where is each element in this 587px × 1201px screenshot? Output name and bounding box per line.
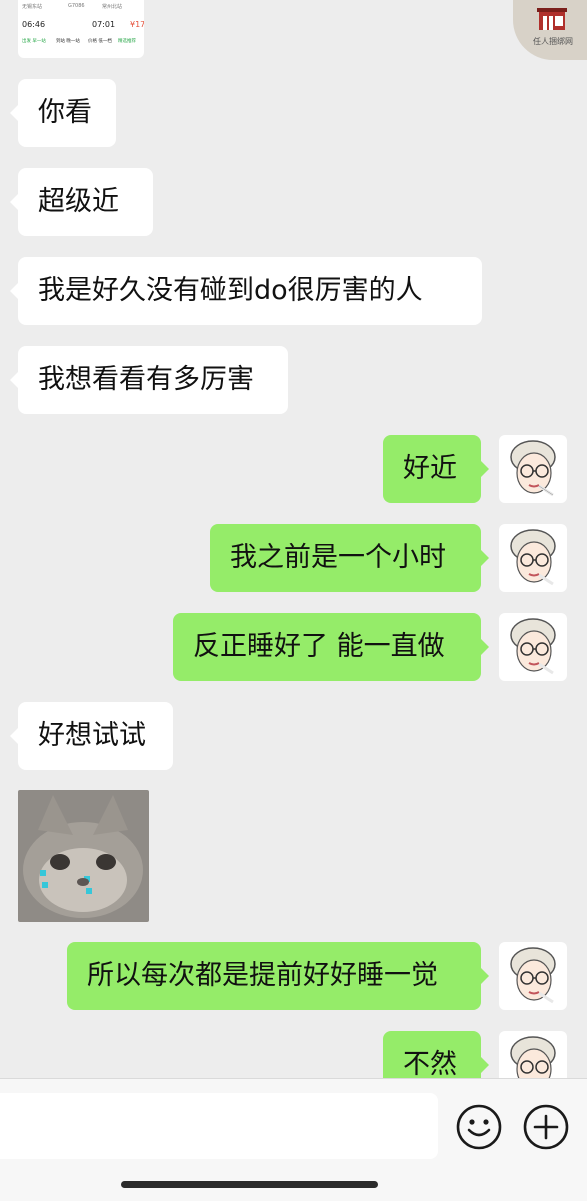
building-logo-icon — [537, 8, 567, 30]
preview-option-2: 到站 晚一站 — [56, 39, 80, 44]
avatar[interactable] — [499, 524, 567, 592]
preview-row-2: 06:46 07:01 ¥17 — [22, 20, 144, 32]
preview-option-1: 出发 早一站 — [22, 39, 46, 44]
plus-icon — [523, 1104, 569, 1150]
received-message[interactable]: 好想试试 — [10, 702, 173, 770]
train-ticket-preview[interactable]: 无锡东站 G7086 常州北站 06:46 07:01 ¥17 出发 早一站 到… — [18, 0, 144, 58]
avatar-illustration-icon — [510, 529, 556, 586]
watermark-stamp: 任人捆绑网 — [513, 0, 587, 60]
preview-train-no: G7086 — [68, 3, 85, 9]
sent-message[interactable]: 我之前是一个小时 — [210, 524, 489, 592]
preview-option-4: 精选推荐 — [118, 39, 136, 44]
home-indicator[interactable] — [121, 1181, 378, 1188]
received-message[interactable]: 超级近 — [10, 168, 153, 236]
emoji-icon — [456, 1104, 502, 1150]
emoji-button[interactable] — [455, 1103, 503, 1151]
preview-depart-time: 06:46 — [22, 20, 46, 29]
chat-area[interactable]: 无锡东站 G7086 常州北站 06:46 07:01 ¥17 出发 早一站 到… — [0, 0, 587, 1078]
preview-row-1: 无锡东站 G7086 常州北站 — [22, 3, 142, 11]
watermark-text: 任人捆绑网 — [533, 37, 573, 46]
preview-option-3: 价格 低一档 — [88, 39, 112, 44]
sent-message[interactable]: 不然 — [383, 1031, 489, 1078]
received-message[interactable]: 我想看看有多厉害 — [10, 346, 288, 414]
avatar-illustration-icon — [510, 1036, 556, 1078]
crying-cat-icon — [18, 790, 149, 922]
preview-price: ¥17 — [130, 20, 144, 29]
preview-row-3: 出发 早一站 到站 晚一站 价格 低一档 精选推荐 — [20, 38, 144, 46]
avatar[interactable] — [499, 435, 567, 503]
sent-message[interactable]: 所以每次都是提前好好睡一觉 — [67, 942, 489, 1010]
preview-station-to: 常州北站 — [102, 4, 123, 10]
avatar[interactable] — [499, 1031, 567, 1078]
preview-station-from: 无锡东站 — [22, 4, 43, 10]
plus-button[interactable] — [522, 1103, 570, 1151]
received-message[interactable]: 我是好久没有碰到do很厉害的人 — [10, 257, 482, 325]
avatar-illustration-icon — [510, 618, 556, 675]
sent-message[interactable]: 反正睡好了 能一直做 — [173, 613, 489, 681]
sent-message[interactable]: 好近 — [383, 435, 489, 503]
message-input[interactable] — [0, 1093, 438, 1159]
avatar-illustration-icon — [510, 440, 556, 497]
avatar[interactable] — [499, 613, 567, 681]
preview-arrive-time: 07:01 — [92, 20, 116, 29]
avatar-illustration-icon — [510, 947, 556, 1004]
crying-cat-sticker[interactable] — [18, 790, 149, 922]
received-message[interactable]: 你看 — [10, 79, 116, 147]
avatar[interactable] — [499, 942, 567, 1010]
